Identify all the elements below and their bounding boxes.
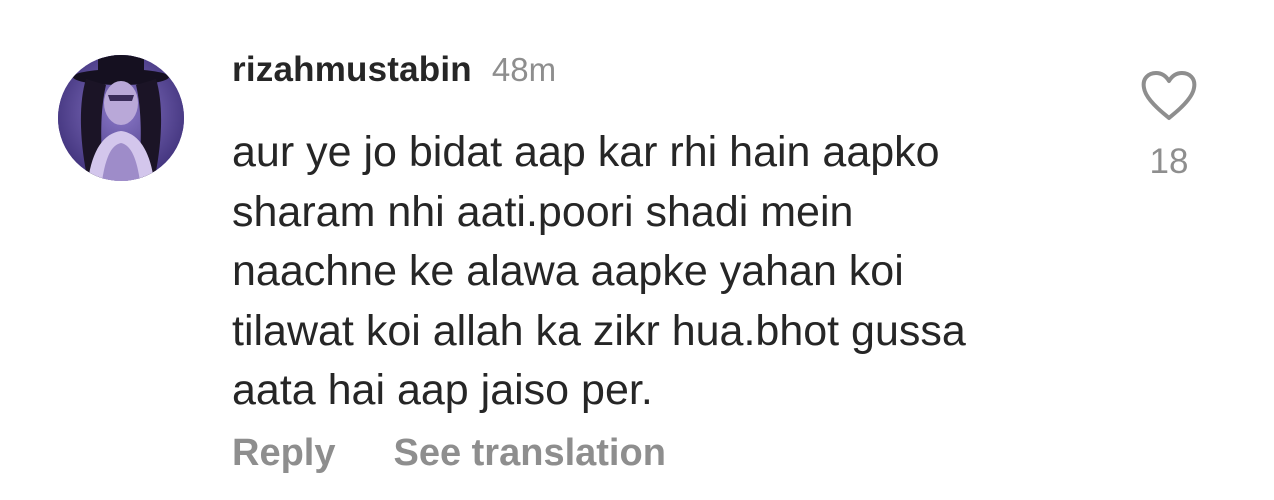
comment-meta: rizahmustabin 48m [232, 50, 1112, 98]
comment-timestamp: 48m [491, 51, 557, 88]
comment-text: aur ye jo bidat aap kar rhi hain aapko s… [232, 123, 1112, 421]
reply-button[interactable]: Reply [232, 432, 335, 475]
comment-actions: Reply See translation [232, 432, 666, 475]
comment-content: rizahmustabin 48m aur ye jo bidat aap ka… [232, 50, 1112, 421]
like-section: 18 [1134, 70, 1204, 182]
heart-outline-icon[interactable] [1140, 70, 1198, 122]
username-link[interactable]: rizahmustabin [232, 50, 472, 90]
see-translation-button[interactable]: See translation [393, 432, 665, 475]
comment-text-line: naachne ke alawa aapke yahan koi [232, 247, 904, 295]
comment-text-line: tilawat koi allah ka zikr hua.bhot gussa [232, 306, 966, 355]
avatar[interactable] [58, 55, 184, 181]
like-count: 18 [1149, 142, 1189, 181]
avatar-image [58, 55, 184, 181]
comment-row: rizahmustabin 48m aur ye jo bidat aap ka… [0, 0, 1274, 500]
comment-text-line: aur ye jo bidat aap kar rhi hain aapko [232, 128, 940, 176]
comment-text-line: sharam nhi aati.poori shadi mein [232, 187, 854, 236]
comment-text-line: aata hai aap jaiso per. [232, 366, 653, 414]
